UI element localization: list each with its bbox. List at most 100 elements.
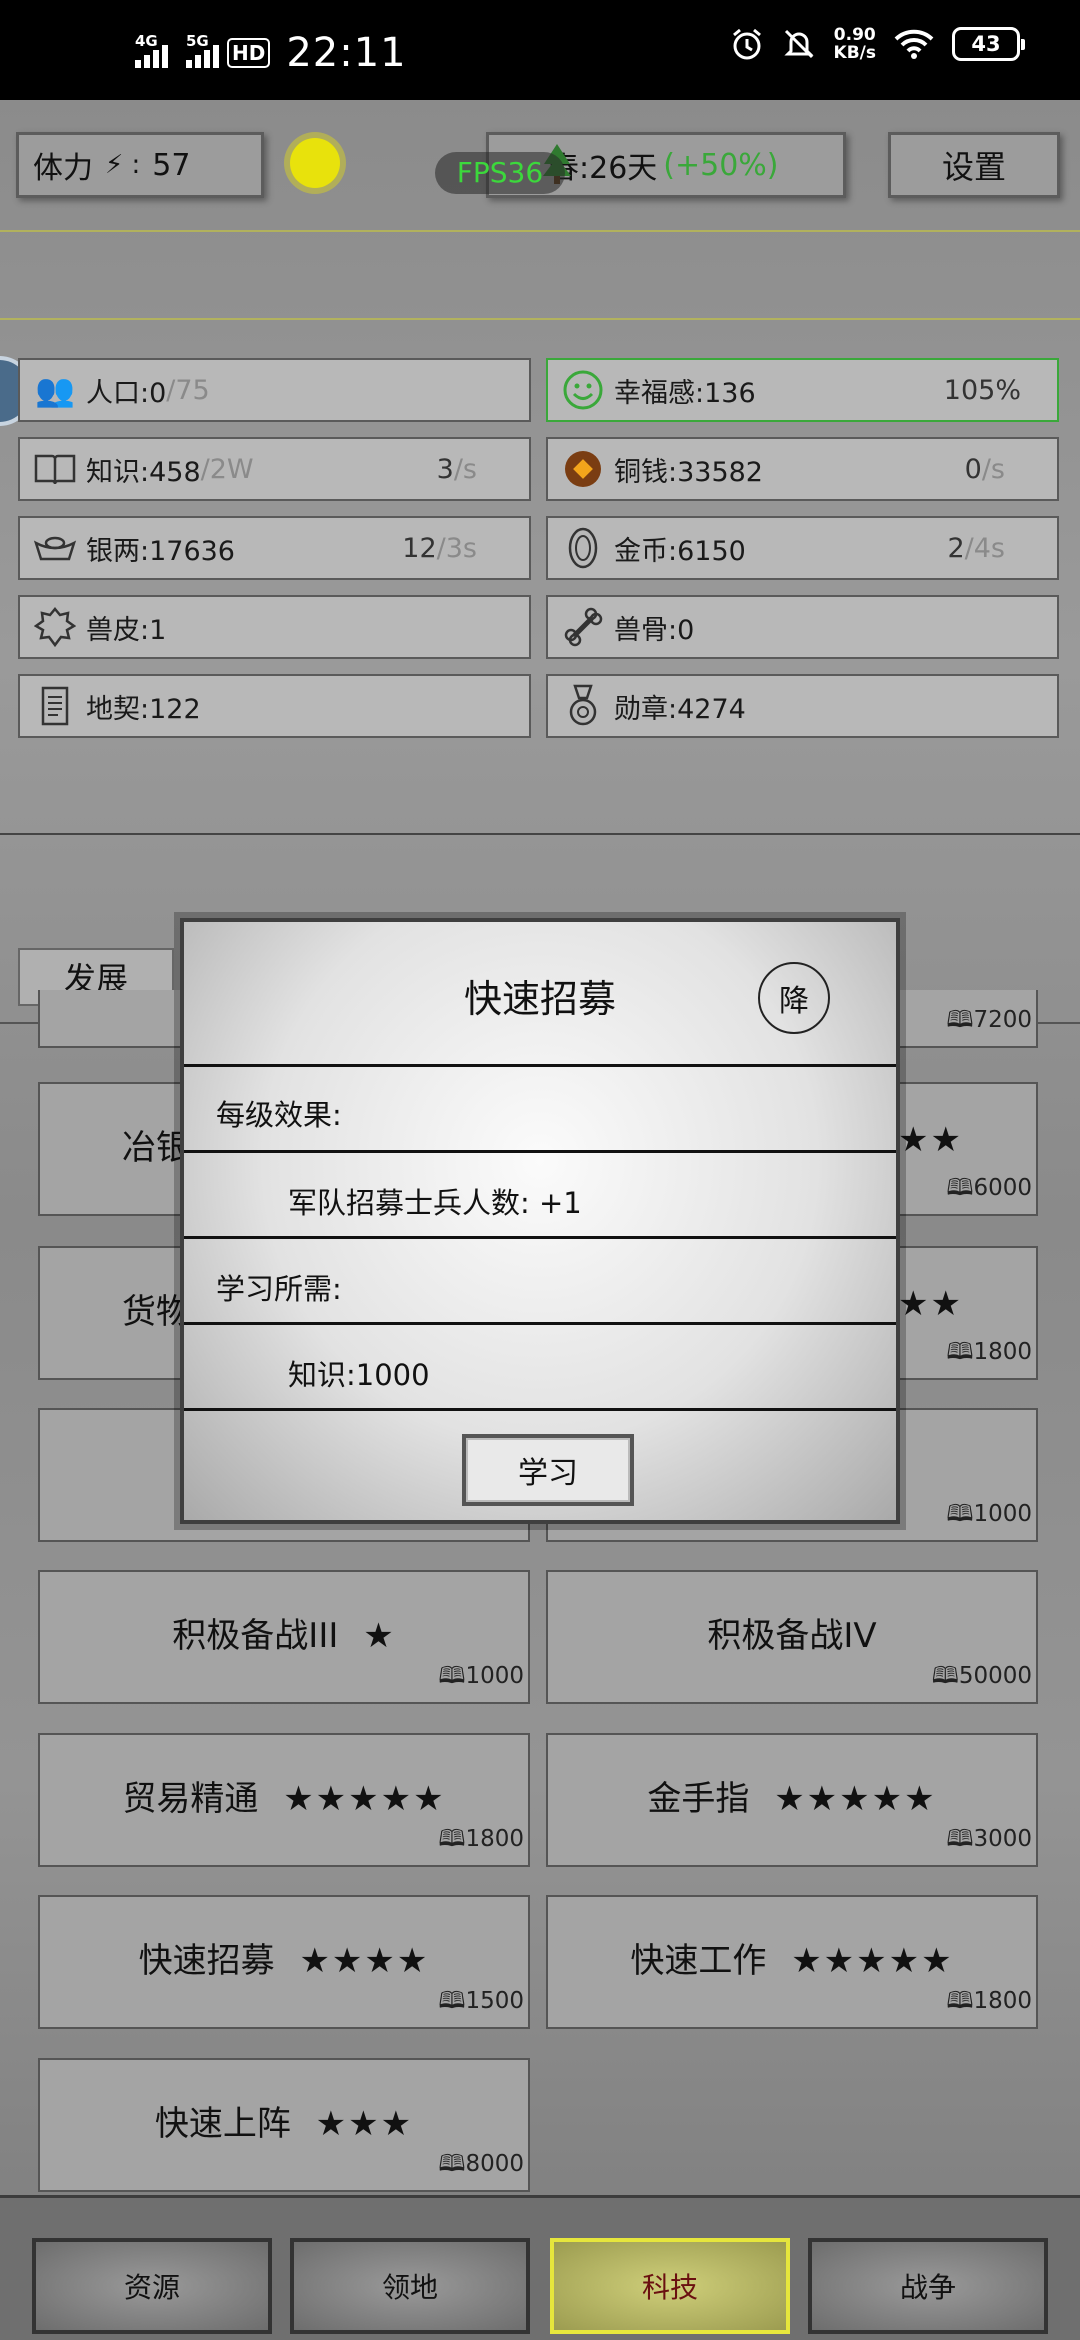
status-bar: 4G 5G HD 22:11 0.90 KB/s 43 bbox=[0, 0, 1080, 100]
tech-cost: 🕮1000 bbox=[946, 1497, 1032, 1536]
tech-cost: 🕮7200 bbox=[946, 1003, 1032, 1042]
population-max: /75 bbox=[166, 374, 210, 406]
gold-value: 金币:6150 bbox=[614, 535, 746, 567]
book-small-icon: 🕮 bbox=[946, 1339, 974, 1365]
nav-resources[interactable]: 资源 bbox=[32, 2238, 272, 2334]
resource-copper: 铜钱:33582 0/s bbox=[546, 437, 1059, 501]
tech-cost: 🕮8000 bbox=[438, 2147, 524, 2186]
resource-bone: 兽骨:0 bbox=[546, 595, 1059, 659]
stamina-value: 57 bbox=[152, 147, 191, 183]
book-small-icon: 🕮 bbox=[438, 1826, 466, 1852]
tech-stars: ★★★★★ bbox=[774, 1779, 937, 1819]
book-small-icon: 🕮 bbox=[931, 1663, 959, 1689]
dialog-divider bbox=[184, 1150, 896, 1153]
medal-icon bbox=[560, 683, 606, 729]
bone-value: 兽骨:0 bbox=[614, 614, 695, 646]
gold-rate: 2 bbox=[947, 532, 965, 564]
tech-cost-value: 1000 bbox=[465, 1663, 524, 1689]
tech-stars: ★★ bbox=[898, 1284, 963, 1324]
resource-population: 👥 人口:0/75 bbox=[18, 358, 531, 422]
downgrade-button[interactable]: 降 bbox=[758, 962, 830, 1034]
divider-line bbox=[0, 230, 1080, 232]
stamina-label: 体力 bbox=[33, 151, 93, 186]
tech-cost-value: 1000 bbox=[973, 1501, 1032, 1527]
signal-4g-icon: 4G bbox=[135, 32, 168, 68]
knowledge-max: /2W bbox=[200, 453, 254, 485]
tech-cost: 🕮1800 bbox=[438, 1822, 524, 1861]
nav-territory[interactable]: 领地 bbox=[290, 2238, 530, 2334]
tech-stars: ★★★★★ bbox=[283, 1779, 446, 1819]
book-small-icon: 🕮 bbox=[946, 1501, 974, 1527]
knowledge-value: 知识:458 bbox=[86, 456, 201, 488]
game-screen: 体力 ⚡ : 57 春:26天 (+50%) FPS36 设置 👥 人口:0/7… bbox=[0, 100, 1080, 2340]
tech-cost-value: 8000 bbox=[465, 2151, 524, 2177]
tech-name: 积极备战IV bbox=[707, 1616, 877, 1656]
tech-cost: 🕮1800 bbox=[946, 1335, 1032, 1374]
book-small-icon: 🕮 bbox=[438, 1663, 466, 1689]
tech-name: 快速上阵 bbox=[154, 2104, 291, 2144]
knowledge-rate-unit: /s bbox=[453, 453, 477, 485]
tech-cost-value: 6000 bbox=[973, 1175, 1032, 1201]
copper-coin-icon bbox=[560, 446, 606, 492]
top-bar: 体力 ⚡ : 57 春:26天 (+50%) FPS36 设置 bbox=[0, 100, 1080, 350]
dialog-divider bbox=[184, 1408, 896, 1411]
dialog-divider bbox=[184, 1236, 896, 1239]
tech-name: 快速工作 bbox=[630, 1941, 767, 1981]
hd-badge: HD bbox=[227, 38, 271, 68]
nav-war[interactable]: 战争 bbox=[808, 2238, 1048, 2334]
net-speed-unit: KB/s bbox=[833, 43, 876, 63]
battery-icon: 43 bbox=[952, 27, 1025, 61]
nav-tech[interactable]: 科技 bbox=[550, 2238, 790, 2334]
bone-icon bbox=[560, 604, 606, 650]
tech-cost: 🕮50000 bbox=[932, 1659, 1032, 1698]
scroll-deed-icon bbox=[32, 683, 78, 729]
book-small-icon: 🕮 bbox=[946, 1826, 974, 1852]
tech-card[interactable]: 贸易精通 ★★★★★ 🕮1800 bbox=[38, 1733, 530, 1867]
dialog-divider bbox=[184, 1322, 896, 1325]
tech-cost: 🕮3000 bbox=[946, 1822, 1032, 1861]
tech-card[interactable]: 快速招募 ★★★★ 🕮1500 bbox=[38, 1895, 530, 2029]
copper-rate: 0 bbox=[964, 453, 982, 485]
tech-stars: ★★ bbox=[898, 1120, 963, 1160]
book-small-icon: 🕮 bbox=[946, 1007, 974, 1033]
medal-value: 勋章:4274 bbox=[614, 693, 746, 725]
mute-bell-icon bbox=[783, 29, 814, 59]
tech-cost: 🕮1500 bbox=[438, 1984, 524, 2023]
requirement-label: 学习所需: bbox=[216, 1272, 342, 1306]
book-icon bbox=[32, 446, 78, 492]
happiness-percent: 105% bbox=[943, 374, 1021, 406]
settings-button[interactable]: 设置 bbox=[888, 132, 1060, 198]
people-icon: 👥 bbox=[35, 371, 75, 409]
silver-rate: 12 bbox=[402, 532, 437, 564]
animal-hide-icon bbox=[32, 604, 78, 650]
signal-5g-icon: 5G bbox=[186, 32, 219, 68]
tech-card[interactable]: 金手指 ★★★★★ 🕮3000 bbox=[546, 1733, 1038, 1867]
deed-value: 地契:122 bbox=[86, 693, 201, 725]
downgrade-label: 降 bbox=[779, 984, 809, 1019]
signal-label-4g: 4G bbox=[135, 32, 158, 50]
resource-medal: 勋章:4274 bbox=[546, 674, 1059, 738]
book-small-icon: 🕮 bbox=[946, 1175, 974, 1201]
tech-card[interactable]: 快速上阵 ★★★ 🕮8000 bbox=[38, 2058, 530, 2192]
tech-name: 快速招募 bbox=[138, 1941, 275, 1981]
alarm-icon bbox=[732, 28, 761, 60]
copper-value: 铜钱:33582 bbox=[614, 456, 763, 488]
knowledge-rate: 3 bbox=[436, 453, 454, 485]
book-small-icon: 🕮 bbox=[438, 2151, 466, 2177]
tech-cost-value: 1800 bbox=[973, 1988, 1032, 2014]
resource-deed: 地契:122 bbox=[18, 674, 531, 738]
tech-card[interactable]: 快速工作 ★★★★★ 🕮1800 bbox=[546, 1895, 1038, 2029]
tech-card[interactable]: 积极备战IV 🕮50000 bbox=[546, 1570, 1038, 1704]
smile-icon bbox=[560, 367, 606, 413]
resource-silver: 银两:17636 12/3s bbox=[18, 516, 531, 580]
nav-tech-label: 科技 bbox=[641, 2271, 698, 2304]
effect-value: 军队招募士兵人数: +1 bbox=[288, 1186, 582, 1220]
tech-card[interactable]: 积极备战III ★ 🕮1000 bbox=[38, 1570, 530, 1704]
resource-panel: 👥 人口:0/75 幸福感:136 105% 知识:458/2W 3/s 铜钱:… bbox=[0, 350, 1080, 835]
signal-label-5g: 5G bbox=[186, 32, 209, 50]
tech-name: 积极备战III bbox=[172, 1616, 339, 1656]
learn-button[interactable]: 学习 bbox=[462, 1434, 634, 1506]
tech-cost-value: 50000 bbox=[958, 1663, 1032, 1689]
resource-gold: 金币:6150 2/4s bbox=[546, 516, 1059, 580]
tech-stars: ★★★★★ bbox=[791, 1941, 954, 1981]
